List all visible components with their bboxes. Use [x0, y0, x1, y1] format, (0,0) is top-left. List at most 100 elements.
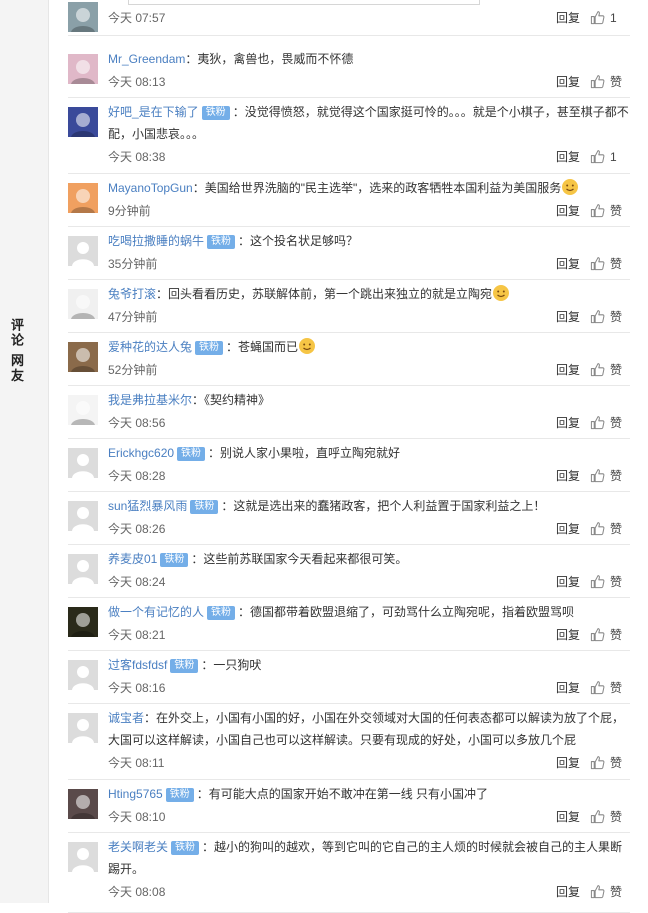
- like-button[interactable]: 赞: [586, 625, 630, 645]
- comment-content: 爱种花的达人兔 铁粉 ：苍蝇国而已: [108, 336, 630, 358]
- thumbs-up-emoji-icon: [561, 178, 579, 196]
- avatar[interactable]: [68, 2, 98, 32]
- username[interactable]: 我是弗拉基米尔: [108, 393, 192, 407]
- comment-time: 今天 08:21: [108, 628, 166, 642]
- reply-button[interactable]: 回复: [556, 147, 580, 167]
- reply-button[interactable]: 回复: [556, 466, 580, 486]
- comment-meta: 52分钟前 回复 赞: [108, 360, 630, 380]
- username[interactable]: 吃喝拉撒睡的蜗牛: [108, 234, 204, 248]
- avatar[interactable]: [68, 342, 98, 372]
- thumbs-up-icon: [590, 469, 605, 483]
- username[interactable]: 好吧_是在下输了: [108, 105, 199, 119]
- comment-time: 今天 08:16: [108, 681, 166, 695]
- thumbs-up-icon: [590, 681, 605, 695]
- comment-meta: 今天 08:21 回复 赞: [108, 625, 630, 645]
- avatar[interactable]: [68, 183, 98, 213]
- like-button[interactable]: 赞: [586, 519, 630, 539]
- reply-button[interactable]: 回复: [556, 72, 580, 92]
- reply-button[interactable]: 回复: [556, 678, 580, 698]
- username[interactable]: 兔爷打滚: [108, 287, 156, 301]
- username[interactable]: Mr_Greendam: [108, 52, 185, 66]
- username[interactable]: 诚宝者: [108, 711, 144, 725]
- like-button[interactable]: 赞: [586, 678, 630, 698]
- avatar[interactable]: [68, 842, 98, 872]
- thumbs-up-icon: [590, 150, 605, 164]
- like-button[interactable]: 赞: [586, 572, 630, 592]
- fan-badge: 铁粉: [207, 235, 236, 249]
- avatar[interactable]: [68, 54, 98, 84]
- reply-button[interactable]: 回复: [556, 519, 580, 539]
- avatar[interactable]: [68, 501, 98, 531]
- reply-button[interactable]: 回复: [556, 8, 580, 28]
- comment-item: 过客fdsfdsf 铁粉 ：一只狗吠 今天 08:16 回复 赞: [68, 650, 630, 704]
- avatar[interactable]: [68, 448, 98, 478]
- avatar[interactable]: [68, 289, 98, 319]
- avatar[interactable]: [68, 554, 98, 584]
- like-button[interactable]: 赞: [586, 413, 630, 433]
- reply-button[interactable]: 回复: [556, 201, 580, 221]
- reply-button[interactable]: 回复: [556, 254, 580, 274]
- like-button[interactable]: 赞: [586, 807, 630, 827]
- reply-button[interactable]: 回复: [556, 572, 580, 592]
- thumbs-up-icon: [590, 75, 605, 89]
- avatar[interactable]: [68, 789, 98, 819]
- reply-button[interactable]: 回复: [556, 307, 580, 327]
- username[interactable]: Erickhgc620: [108, 446, 174, 460]
- comment-content: 我是弗拉基米尔：《契约精神》: [108, 389, 630, 411]
- username[interactable]: 做一个有记忆的人: [108, 605, 204, 619]
- reply-button[interactable]: 回复: [556, 882, 580, 902]
- like-count: 赞: [610, 310, 623, 324]
- reply-button[interactable]: 回复: [556, 625, 580, 645]
- comment-text: ：回头看看历史，苏联解体前，第一个跳出来独立的就是立陶宛: [156, 287, 493, 301]
- like-button[interactable]: 赞: [586, 254, 630, 274]
- like-count: 赞: [610, 681, 623, 695]
- username[interactable]: 爱种花的达人兔: [108, 340, 192, 354]
- fan-badge: 铁粉: [195, 341, 224, 355]
- like-button[interactable]: 赞: [586, 307, 630, 327]
- like-button[interactable]: 1: [586, 147, 630, 167]
- username[interactable]: 老关啊老关: [108, 840, 168, 854]
- comment-text: ：一只狗吠: [201, 658, 262, 672]
- comment-meta: 今天 08:26 回复 赞: [108, 519, 630, 539]
- like-button[interactable]: 赞: [586, 360, 630, 380]
- like-count: 赞: [610, 204, 623, 218]
- like-button[interactable]: 赞: [586, 201, 630, 221]
- avatar[interactable]: [68, 236, 98, 266]
- reply-button[interactable]: 回复: [556, 753, 580, 773]
- comment-time: 47分钟前: [108, 310, 158, 324]
- like-button[interactable]: 赞: [586, 72, 630, 92]
- avatar[interactable]: [68, 395, 98, 425]
- comment-time: 今天 08:28: [108, 469, 166, 483]
- like-button[interactable]: 赞: [586, 882, 630, 902]
- comment-content: 老关啊老关 铁粉 ：越小的狗叫的越欢，等到它叫的它自己的主人烦的时候就会被自己的主人…: [108, 836, 630, 880]
- avatar[interactable]: [68, 713, 98, 743]
- avatar[interactable]: [68, 660, 98, 690]
- comment-item: 老关啊老关 铁粉 ：越小的狗叫的越欢，等到它叫的它自己的主人烦的时候就会被自己的主人…: [68, 832, 630, 913]
- avatar[interactable]: [68, 107, 98, 137]
- comment-meta: 9分钟前 回复 赞: [108, 201, 630, 221]
- like-button[interactable]: 1: [586, 8, 630, 28]
- like-count: 赞: [610, 416, 623, 430]
- comment-item: MayanoTopGun：美国给世界洗脑的"民主选举"，选来的政客牺牲本国利益为…: [68, 173, 630, 227]
- reply-button[interactable]: 回复: [556, 807, 580, 827]
- comment-text: ：德国都带着欧盟退缩了，可劲骂什么立陶宛呢，指着欧盟骂呗: [238, 605, 575, 619]
- reply-button[interactable]: 回复: [556, 360, 580, 380]
- reply-button[interactable]: 回复: [556, 413, 580, 433]
- username[interactable]: Hting5765: [108, 787, 163, 801]
- like-button[interactable]: 赞: [586, 466, 630, 486]
- thumbs-up-icon: [590, 628, 605, 642]
- smile-emoji-icon: [492, 284, 510, 302]
- like-button[interactable]: 赞: [586, 753, 630, 773]
- comment-text: ：在外交上，小国有小国的好，小国在外交领域对大国的任何表态都可以解读为放了个屁，…: [108, 711, 625, 747]
- username[interactable]: 养麦皮01: [108, 552, 157, 566]
- avatar[interactable]: [68, 607, 98, 637]
- comment-text: ：别说人家小果啦，直呼立陶宛就好: [208, 446, 401, 460]
- comment-text: ：《契约精神》: [192, 393, 271, 407]
- username[interactable]: 过客fdsfdsf: [108, 658, 167, 672]
- username[interactable]: MayanoTopGun: [108, 181, 193, 195]
- fan-badge: 铁粉: [177, 447, 206, 461]
- comment-item: Erickhgc620 铁粉 ：别说人家小果啦，直呼立陶宛就好今天 08:28 回复 赞: [68, 438, 630, 492]
- thumbs-up-icon: [590, 575, 605, 589]
- comment-meta: 47分钟前 回复 赞: [108, 307, 630, 327]
- username[interactable]: sun猛烈暴风雨: [108, 499, 187, 513]
